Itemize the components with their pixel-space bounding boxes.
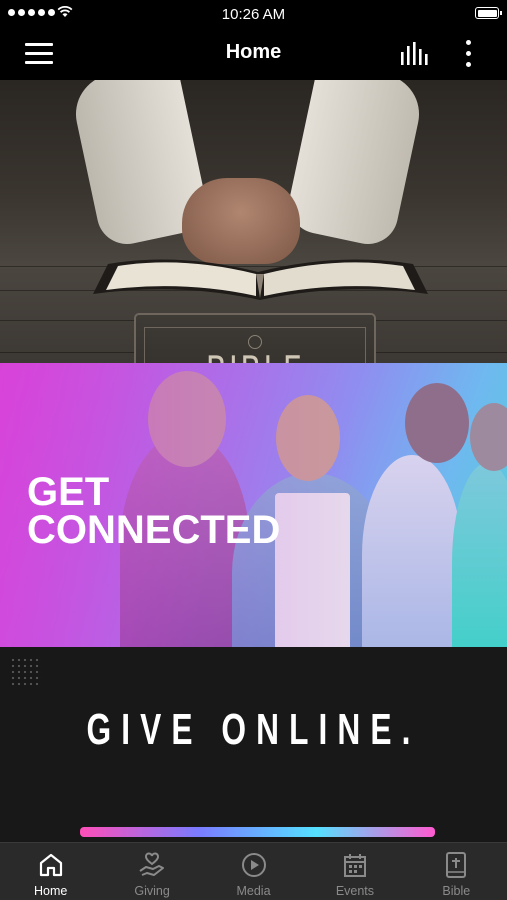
give-online-banner[interactable]: GIVE ONLINE. xyxy=(0,647,507,842)
status-time: 10:26 AM xyxy=(221,6,286,23)
bible-book-icon xyxy=(446,852,467,878)
dot-grid-decoration xyxy=(10,657,42,687)
home-icon xyxy=(39,853,62,877)
bible-study-title: BIBLE STUDY xyxy=(162,349,348,363)
open-bible-image xyxy=(93,259,428,300)
tab-giving-label: Giving xyxy=(134,884,170,898)
tab-media[interactable]: Media xyxy=(203,843,304,900)
bottom-tab-bar: Home Giving Media Events Bible xyxy=(0,842,507,900)
top-nav-bar: Home xyxy=(0,28,507,80)
status-bar: 10:26 AM xyxy=(0,0,507,28)
bible-study-plaque: BIBLE STUDY xyxy=(134,313,376,363)
tab-bible[interactable]: Bible xyxy=(406,843,507,900)
more-options-icon[interactable] xyxy=(462,40,474,68)
tab-home-label: Home xyxy=(34,884,68,898)
tab-events[interactable]: Events xyxy=(304,843,405,900)
gradient-stripe-decoration xyxy=(80,827,435,837)
tab-media-label: Media xyxy=(236,884,271,898)
audio-bars-icon[interactable] xyxy=(400,42,430,66)
get-connected-banner[interactable]: GET CONNECTED xyxy=(0,363,507,647)
giving-hand-heart-icon xyxy=(139,852,165,876)
tab-events-label: Events xyxy=(335,884,375,898)
tab-bible-label: Bible xyxy=(442,884,471,898)
page-title: Home xyxy=(225,41,282,63)
give-online-title: GIVE ONLINE. xyxy=(86,705,421,754)
bible-study-banner[interactable]: BIBLE STUDY xyxy=(0,80,507,363)
play-circle-icon xyxy=(241,853,266,877)
tab-giving[interactable]: Giving xyxy=(101,843,202,900)
calendar-icon xyxy=(343,854,366,877)
tab-home[interactable]: Home xyxy=(0,843,101,900)
plaque-ornament-icon xyxy=(248,335,262,349)
battery-icon xyxy=(475,7,502,19)
get-connected-title-line2: CONNECTED xyxy=(27,508,281,552)
